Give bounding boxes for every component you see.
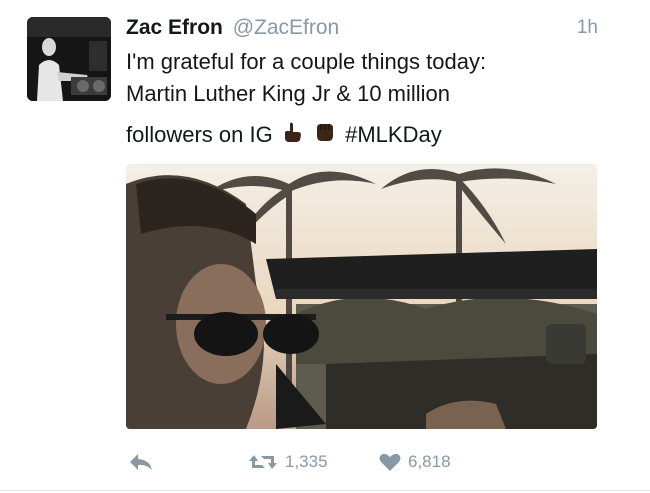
tweet-text-line-with-emoji: followers on IG #MLKDay	[126, 119, 596, 153]
tweet-text-line: Martin Luther King Jr & 10 million	[126, 81, 451, 106]
retweet-icon	[249, 455, 277, 469]
tweet-header: Zac Efron @ZacEfron	[126, 14, 598, 42]
hashtag-link[interactable]: #MLKDay	[345, 122, 442, 147]
tweet-actions: 1,335 6,818	[126, 448, 596, 476]
reply-button[interactable]	[128, 448, 154, 476]
like-count: 6,818	[408, 452, 451, 471]
retweet-button[interactable]: 1,335	[247, 448, 328, 476]
tweet-text: I'm grateful for a couple things today: …	[126, 46, 596, 153]
heart-icon	[379, 453, 401, 471]
divider	[0, 490, 650, 491]
raised-fist-emoji	[313, 120, 337, 153]
like-button[interactable]: 6,818	[378, 448, 451, 476]
avatar-photo	[27, 17, 111, 101]
pointing-hand-emoji	[281, 120, 303, 152]
tweet-text-line: I'm grateful for a couple things today:	[126, 49, 487, 74]
tweet-media-image[interactable]	[126, 164, 597, 429]
avatar[interactable]	[27, 17, 111, 101]
media-photo	[126, 164, 597, 429]
tweet-text-line: followers on IG	[126, 122, 273, 147]
author-name[interactable]: Zac Efron	[126, 16, 223, 39]
timestamp[interactable]: 1h	[577, 14, 598, 42]
reply-icon	[130, 454, 152, 470]
author-handle[interactable]: @ZacEfron	[233, 16, 340, 39]
retweet-count: 1,335	[285, 452, 328, 471]
